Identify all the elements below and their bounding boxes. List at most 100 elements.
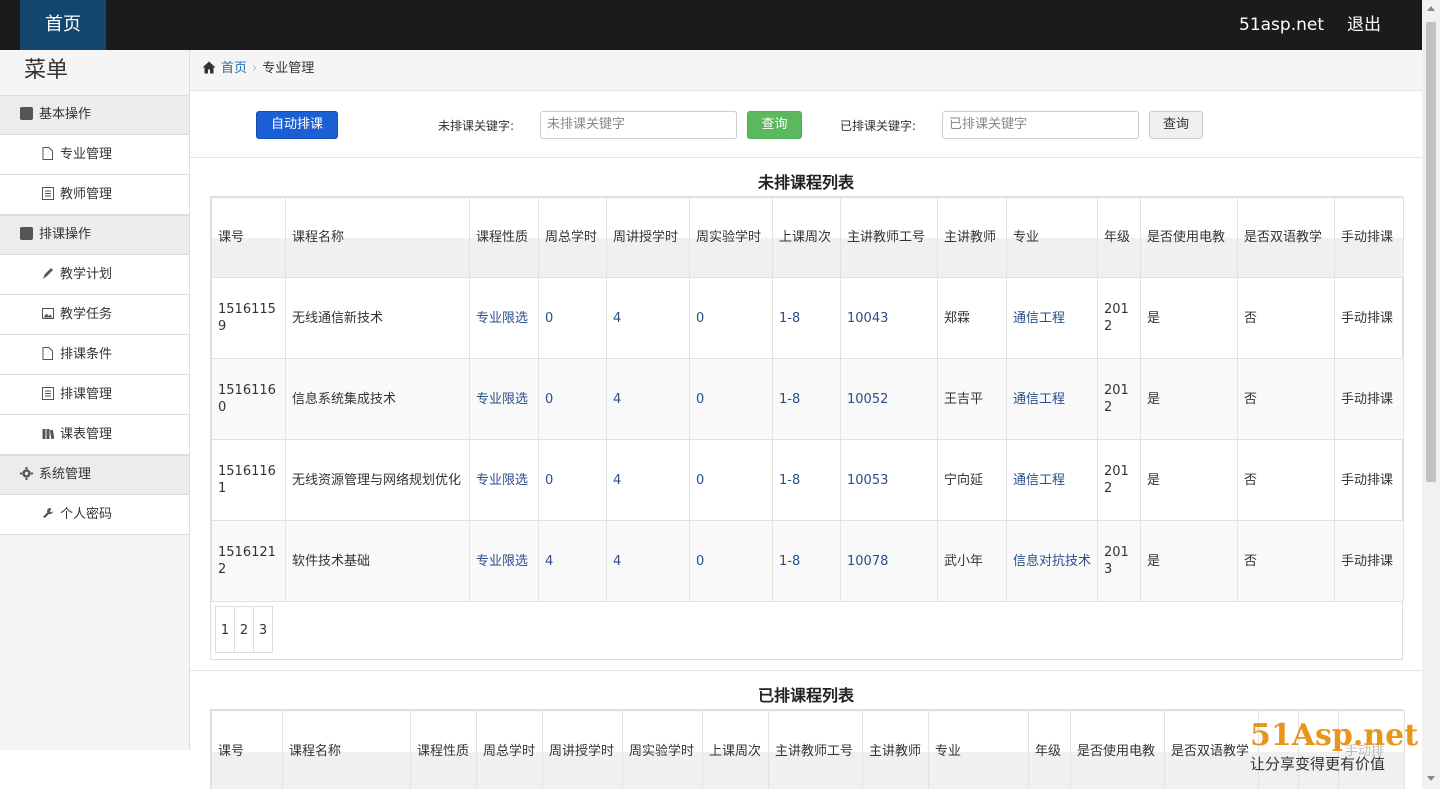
scheduled-list-title: 已排课程列表 xyxy=(190,670,1422,709)
column-header: 课程名称 xyxy=(282,710,411,789)
column-header: 课程名称 xyxy=(285,197,470,278)
sidebar-group-scheduling[interactable]: 排课操作 xyxy=(0,215,189,255)
table-cell: 专业限选 xyxy=(469,277,539,359)
table-cell: 专业限选 xyxy=(469,439,539,521)
picture-icon xyxy=(42,308,54,319)
table-cell: 通信工程 xyxy=(1006,439,1098,521)
column-header: 是否双语教学 xyxy=(1237,197,1335,278)
sidebar-item-teaching-plan[interactable]: 教学计划 xyxy=(0,255,189,295)
column-header: 主讲教师 xyxy=(937,197,1007,278)
column-header: 周总学时 xyxy=(476,710,543,789)
scroll-up-arrow-icon[interactable] xyxy=(1427,6,1435,11)
table-cell: 无线资源管理与网络规划优化 xyxy=(285,439,470,521)
manual-schedule-link[interactable]: 手动排课 xyxy=(1334,439,1404,521)
table-cell: 1-8 xyxy=(772,520,841,602)
page-link-1[interactable]: 1 xyxy=(215,606,235,653)
column-header: 周实验学时 xyxy=(689,197,773,278)
column-header: 上课周次 xyxy=(702,710,769,789)
breadcrumb-separator: › xyxy=(252,61,258,76)
table-cell: 否 xyxy=(1237,358,1335,440)
sidebar-item-teaching-task[interactable]: 教学任务 xyxy=(0,295,189,335)
scheduled-query-button[interactable]: 查询 xyxy=(1149,111,1203,139)
table-cell: 专业限选 xyxy=(469,520,539,602)
table-header-row: 课号 课程名称 课程性质 周总学时 周讲授学时 周实验学时 上课周次 主讲教师工号 主讲教师 专业… xyxy=(211,710,1405,789)
list-box-icon xyxy=(20,227,33,240)
unscheduled-list-title: 未排课程列表 xyxy=(757,173,854,192)
sidebar: 菜单 基本操作 专业管理 教师管理 排课操作 教学计划 教学任务 排课条件 排课… xyxy=(0,50,190,750)
column-header: 上课周次 xyxy=(772,197,841,278)
site-link[interactable]: 51asp.net xyxy=(1239,0,1324,50)
column-header: 是否使用电教 xyxy=(1070,710,1165,789)
table-header-row: 课号 课程名称 课程性质 周总学时 周讲授学时 周实验学时 上课周次 主讲教师工… xyxy=(211,197,1404,278)
scrollbar-thumb[interactable] xyxy=(1426,22,1436,482)
table-row: 15161160 信息系统集成技术 专业限选 0 4 0 1-8 10052 王吉平 通信工程 20… xyxy=(211,358,1404,440)
table-cell: 信息系统集成技术 xyxy=(285,358,470,440)
table-cell: 10078 xyxy=(840,520,938,602)
table-row: 15161161 无线资源管理与网络规划优化 专业限选 0 4 0 1-8 10053 宁向延通… xyxy=(211,439,1404,521)
unscheduled-keyword-input[interactable]: 未排课关键字 xyxy=(540,111,737,139)
table-cell: 宁向延 xyxy=(937,439,1007,521)
breadcrumb-home-link[interactable]: 首页 xyxy=(221,61,247,76)
table-cell: 0 xyxy=(538,439,607,521)
column-header: 是否双语教学 xyxy=(1164,710,1259,789)
home-nav-link[interactable]: 首页 xyxy=(20,0,106,50)
table-cell: 10043 xyxy=(840,277,938,359)
sidebar-item-label: 课表管理 xyxy=(60,427,113,442)
manual-schedule-link[interactable]: 手动排课 xyxy=(1334,358,1404,440)
file-icon xyxy=(42,147,53,160)
table-cell: 4 xyxy=(606,358,690,440)
scroll-down-arrow-icon[interactable] xyxy=(1427,776,1435,781)
table-cell: 0 xyxy=(689,358,773,440)
manual-schedule-link[interactable]: 手动排课 xyxy=(1334,520,1404,602)
toolbar: 自动排课 未排课关键字: 未排课关键字 查询 已排课关键字: 已排课关键字 查询 xyxy=(190,91,1422,158)
table-cell: 2012 xyxy=(1097,277,1141,359)
sidebar-item-scheduling-management[interactable]: 排课管理 xyxy=(0,375,189,415)
manual-schedule-link[interactable]: 手动排课 xyxy=(1334,277,1404,359)
table-cell: 2013 xyxy=(1097,520,1141,602)
table-cell: 否 xyxy=(1237,520,1335,602)
top-navbar: 首页 51asp.net 退出 xyxy=(0,0,1422,50)
sidebar-group-label: 基本操作 xyxy=(39,107,92,122)
scheduled-table: 课号 课程名称 课程性质 周总学时 周讲授学时 周实验学时 上课周次 主讲教师工号 主讲教师 专业… xyxy=(211,710,1405,789)
sidebar-group-basic[interactable]: 基本操作 xyxy=(0,95,189,135)
sidebar-item-teacher-management[interactable]: 教师管理 xyxy=(0,175,189,215)
table-cell: 是 xyxy=(1140,358,1238,440)
sidebar-item-major-management[interactable]: 专业管理 xyxy=(0,135,189,175)
page-link-3[interactable]: 3 xyxy=(253,606,273,653)
scheduled-keyword-input[interactable]: 已排课关键字 xyxy=(942,111,1139,139)
watermark-logo: 51Asp.net xyxy=(1250,718,1419,753)
sidebar-item-label: 教师管理 xyxy=(60,187,113,202)
sidebar-group-system[interactable]: 系统管理 xyxy=(0,455,189,495)
unscheduled-query-button[interactable]: 查询 xyxy=(747,111,802,139)
sidebar-item-personal-password[interactable]: 个人密码 xyxy=(0,495,189,535)
table-cell: 是 xyxy=(1140,439,1238,521)
table-cell: 无线通信新技术 xyxy=(285,277,470,359)
table-cell: 1-8 xyxy=(772,439,841,521)
column-header: 年级 xyxy=(1028,710,1071,789)
table-cell: 4 xyxy=(606,277,690,359)
column-header: 课号 xyxy=(211,197,286,278)
sidebar-group-label: 排课操作 xyxy=(39,227,92,242)
column-header: 主讲教师 xyxy=(862,710,929,789)
vertical-scrollbar[interactable] xyxy=(1422,0,1440,789)
gear-icon xyxy=(20,467,33,480)
column-header: 课程性质 xyxy=(410,710,477,789)
pagination: 1 2 3 xyxy=(211,602,1402,659)
sidebar-item-label: 排课条件 xyxy=(60,347,113,362)
table-row: 15161159 无线通信新技术 专业限选 0 4 0 1-8 10043 郑霖 通信工程 2012… xyxy=(211,277,1404,359)
page-link-2[interactable]: 2 xyxy=(234,606,254,653)
table-cell: 10052 xyxy=(840,358,938,440)
table-cell: 4 xyxy=(606,439,690,521)
logout-link[interactable]: 退出 xyxy=(1347,0,1381,50)
column-header: 是否使用电教 xyxy=(1140,197,1238,278)
list-icon xyxy=(42,387,54,400)
table-cell: 软件技术基础 xyxy=(285,520,470,602)
sidebar-item-scheduling-conditions[interactable]: 排课条件 xyxy=(0,335,189,375)
auto-schedule-button[interactable]: 自动排课 xyxy=(256,111,338,139)
table-cell: 武小年 xyxy=(937,520,1007,602)
sidebar-item-timetable-management[interactable]: 课表管理 xyxy=(0,415,189,455)
table-cell: 1-8 xyxy=(772,277,841,359)
breadcrumb-current: 专业管理 xyxy=(262,61,315,76)
column-header: 主讲教师工号 xyxy=(768,710,863,789)
table-cell: 信息对抗技术 xyxy=(1006,520,1098,602)
